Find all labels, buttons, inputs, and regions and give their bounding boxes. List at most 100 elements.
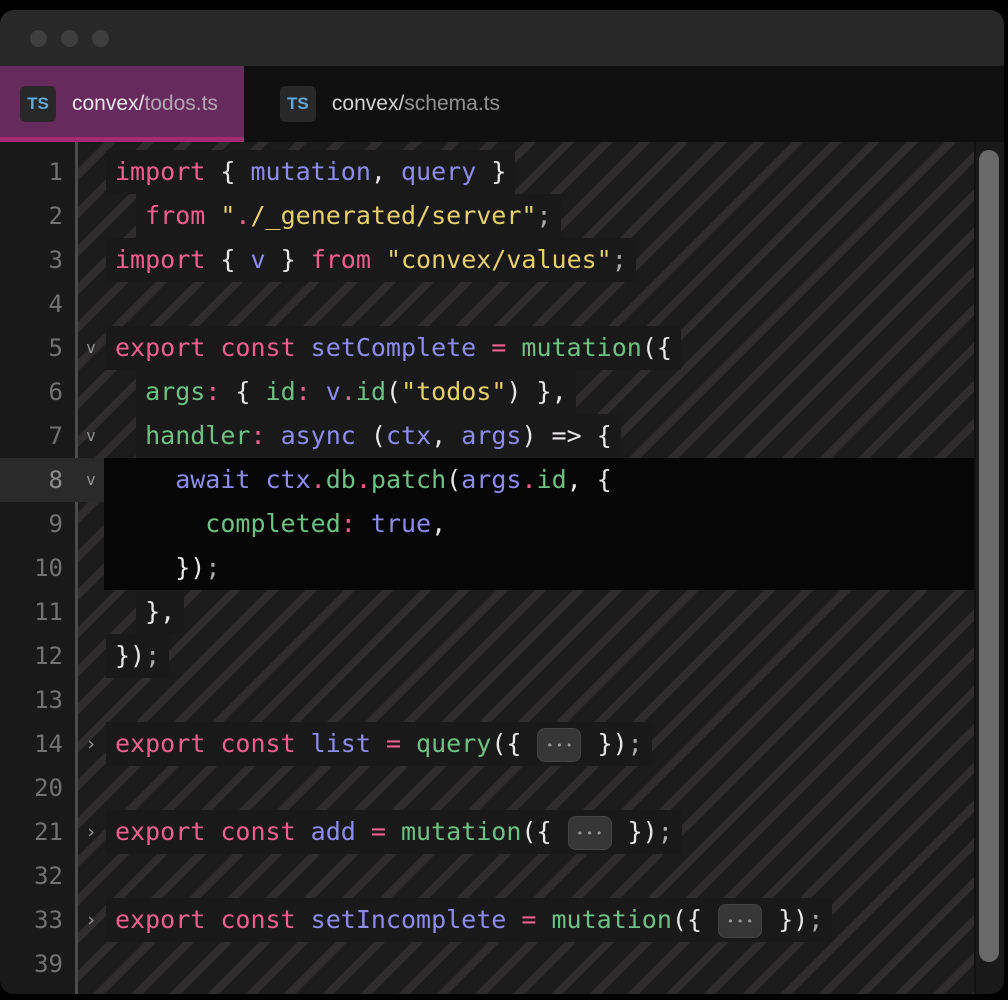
line-number: 3	[0, 238, 78, 282]
editor-window: TS convex/todos.ts TS convex/schema.ts 1…	[0, 10, 1004, 994]
fold-column	[78, 194, 104, 238]
line-number: 10	[0, 546, 78, 590]
code-text: export const list = query({ ••• });	[106, 722, 652, 766]
code-text: from "./_generated/server";	[136, 194, 560, 238]
fold-column	[78, 634, 104, 678]
line-number: 7	[0, 414, 78, 458]
traffic-light-minimize-button[interactable]	[61, 30, 78, 47]
code-content: });	[104, 546, 974, 590]
code-content: },	[104, 590, 974, 634]
code-content	[104, 678, 974, 722]
line-number: 13	[0, 678, 78, 722]
code-content: import { mutation, query }	[104, 150, 974, 194]
fold-toggle-down-icon[interactable]: v	[78, 326, 104, 370]
folded-code-ellipsis-button[interactable]: •••	[537, 728, 581, 762]
fold-column	[78, 546, 104, 590]
code-line[interactable]: 3 import { v } from "convex/values";	[0, 238, 974, 282]
code-content	[104, 854, 974, 898]
code-text: export const setIncomplete = mutation({ …	[106, 898, 832, 942]
code-editor: 1 import { mutation, query } 2 from "./_gen…	[0, 142, 1004, 994]
code-content: export const list = query({ ••• });	[104, 722, 974, 766]
code-content: });	[104, 634, 974, 678]
fold-column	[78, 678, 104, 722]
scrollbar-thumb[interactable]	[979, 150, 999, 962]
code-line[interactable]: 12});	[0, 634, 974, 678]
line-number: 1	[0, 150, 78, 194]
tab-label: convex/todos.ts	[72, 92, 218, 116]
code-line[interactable]: 14›export const list = query({ ••• });	[0, 722, 974, 766]
code-content	[104, 282, 974, 326]
code-line[interactable]: 10});	[0, 546, 974, 590]
titlebar[interactable]	[0, 10, 1004, 66]
fold-column	[78, 766, 104, 810]
code-text: import { v } from "convex/values";	[106, 238, 636, 282]
code-text: handler: async (ctx, args) => {	[136, 414, 621, 458]
code-line[interactable]: 7v handler: async (ctx, args) => {	[0, 414, 974, 458]
line-number: 12	[0, 634, 78, 678]
code-line[interactable]: 1 import { mutation, query }	[0, 150, 974, 194]
code-text: export const setComplete = mutation({	[106, 326, 681, 370]
folded-code-ellipsis-button[interactable]: •••	[568, 816, 612, 850]
fold-column	[78, 502, 104, 546]
folded-code-ellipsis-button[interactable]: •••	[718, 904, 762, 938]
code-content: export const setComplete = mutation({	[104, 326, 974, 370]
code-text: });	[106, 634, 169, 678]
code-rows: 1 import { mutation, query } 2 from "./_gen…	[0, 150, 974, 986]
fold-column	[78, 854, 104, 898]
code-line[interactable]: 21›export const add = mutation({ ••• });	[0, 810, 974, 854]
code-line[interactable]: 20	[0, 766, 974, 810]
code-text: await ctx.db.patch(args.id, {	[166, 458, 621, 502]
code-line[interactable]: 5vexport const setComplete = mutation({	[0, 326, 974, 370]
code-line[interactable]: 8v await ctx.db.patch(args.id, {	[0, 458, 974, 502]
typescript-file-icon: TS	[280, 86, 316, 122]
code-line[interactable]: 33›export const setIncomplete = mutation…	[0, 898, 974, 942]
scrollbar-track[interactable]	[974, 142, 1004, 994]
tab-label: convex/schema.ts	[332, 92, 500, 116]
line-number: 8	[0, 458, 78, 502]
code-content: await ctx.db.patch(args.id, {	[104, 458, 974, 502]
tab-convex-schema[interactable]: TS convex/schema.ts	[260, 66, 526, 142]
fold-toggle-right-icon[interactable]: ›	[78, 722, 104, 766]
line-number: 4	[0, 282, 78, 326]
traffic-light-maximize-button[interactable]	[92, 30, 109, 47]
code-line[interactable]: 39	[0, 942, 974, 986]
code-text: import { mutation, query }	[106, 150, 515, 194]
code-text: args: { id: v.id("todos") },	[136, 370, 576, 414]
code-line[interactable]: 11},	[0, 590, 974, 634]
code-line[interactable]: 2 from "./_generated/server";	[0, 194, 974, 238]
code-line[interactable]: 32	[0, 854, 974, 898]
fold-toggle-right-icon[interactable]: ›	[78, 898, 104, 942]
line-number: 9	[0, 502, 78, 546]
line-number: 21	[0, 810, 78, 854]
code-line[interactable]: 13	[0, 678, 974, 722]
code-content: export const setIncomplete = mutation({ …	[104, 898, 974, 942]
line-number: 32	[0, 854, 78, 898]
code-line[interactable]: 9 completed: true,	[0, 502, 974, 546]
code-text: completed: true,	[196, 502, 455, 546]
fold-column	[78, 282, 104, 326]
code-text: });	[166, 546, 229, 590]
code-line[interactable]: 6 args: { id: v.id("todos") },	[0, 370, 974, 414]
code-line[interactable]: 4	[0, 282, 974, 326]
fold-column	[78, 590, 104, 634]
line-number: 5	[0, 326, 78, 370]
code-content: completed: true,	[104, 502, 974, 546]
fold-column	[78, 150, 104, 194]
fold-toggle-down-icon[interactable]: v	[78, 458, 104, 502]
line-number: 6	[0, 370, 78, 414]
fold-toggle-down-icon[interactable]: v	[78, 414, 104, 458]
line-number: 33	[0, 898, 78, 942]
line-number: 39	[0, 942, 78, 986]
line-number: 14	[0, 722, 78, 766]
code-content	[104, 942, 974, 986]
fold-column	[78, 942, 104, 986]
tab-convex-todos[interactable]: TS convex/todos.ts	[0, 66, 244, 142]
line-number: 2	[0, 194, 78, 238]
code-content: export const add = mutation({ ••• });	[104, 810, 974, 854]
tab-bar: TS convex/todos.ts TS convex/schema.ts	[0, 66, 1004, 142]
code-text: export const add = mutation({ ••• });	[106, 810, 682, 854]
code-content: args: { id: v.id("todos") },	[104, 370, 974, 414]
line-number: 11	[0, 590, 78, 634]
fold-toggle-right-icon[interactable]: ›	[78, 810, 104, 854]
traffic-light-close-button[interactable]	[30, 30, 47, 47]
